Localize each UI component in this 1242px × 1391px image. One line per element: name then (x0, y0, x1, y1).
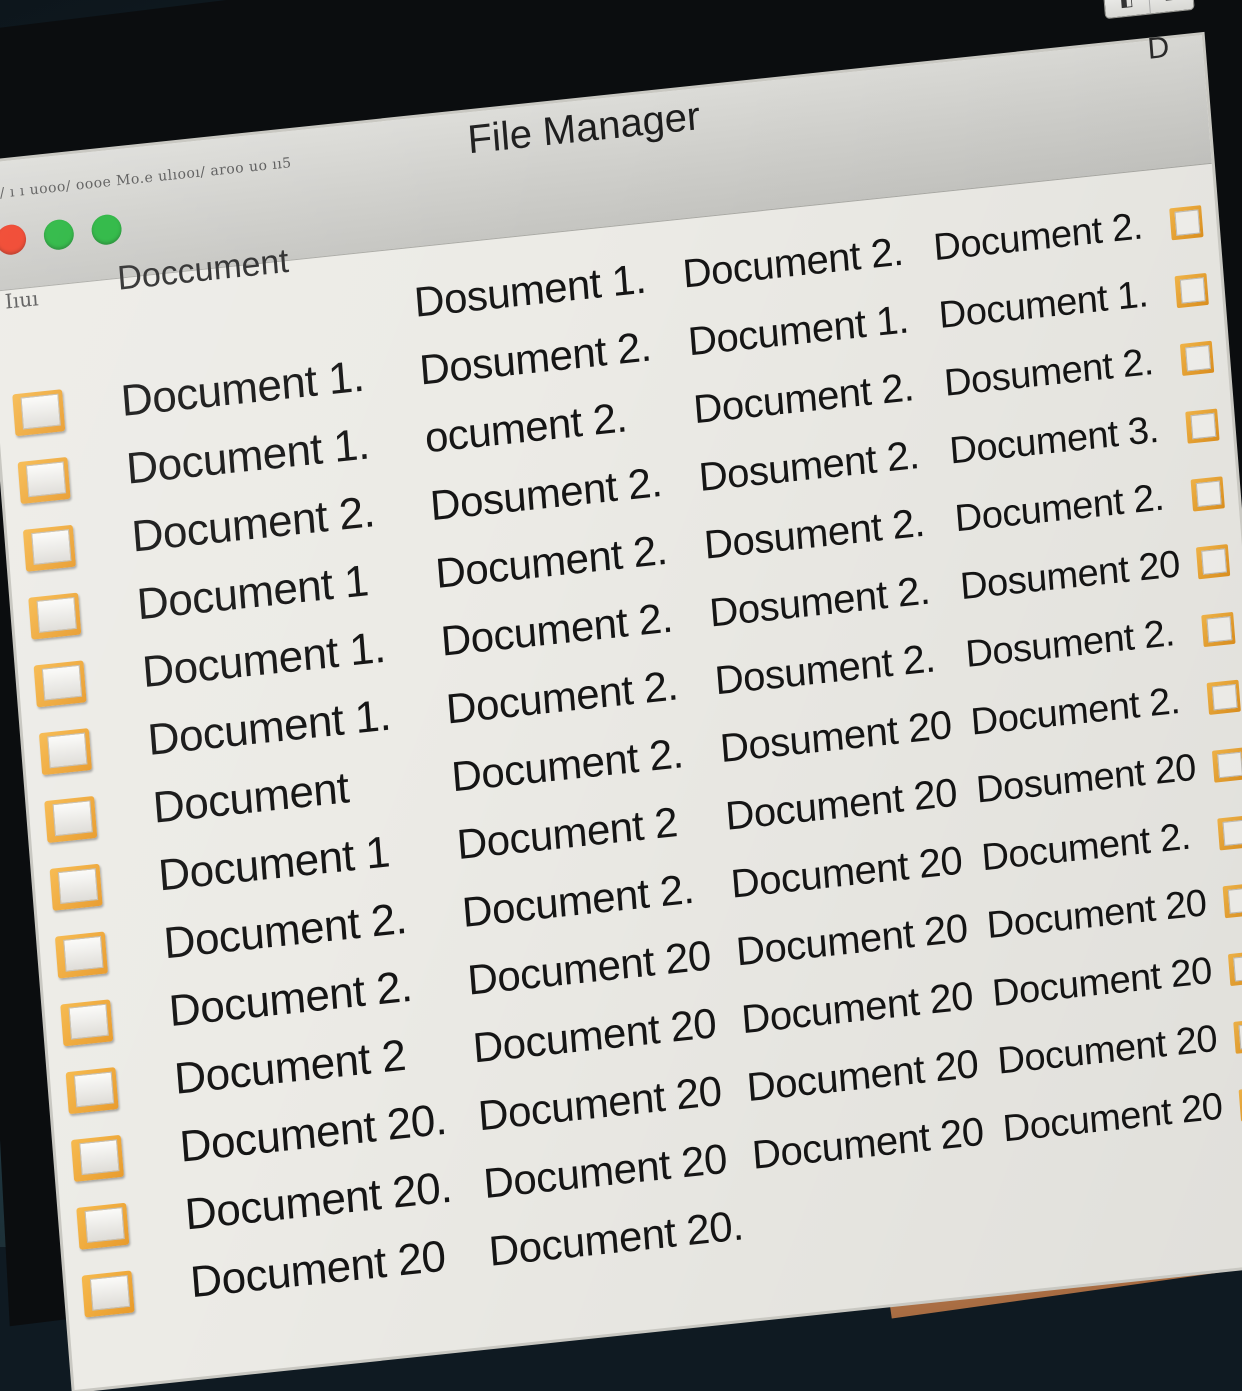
file-name[interactable]: Document 2. (932, 204, 1154, 270)
folder-icon[interactable] (1190, 474, 1226, 512)
folder-icon[interactable] (70, 1130, 128, 1182)
folder-icon[interactable] (1169, 203, 1205, 241)
folder-icon[interactable] (65, 1063, 122, 1115)
zoom-button[interactable] (90, 213, 123, 247)
folder-icon[interactable] (1174, 271, 1210, 309)
folder-icon[interactable] (12, 385, 69, 437)
file-name[interactable]: Document 20 (1001, 1085, 1224, 1151)
file-name[interactable]: Document 2. (969, 678, 1191, 744)
folder-icon[interactable] (60, 995, 117, 1047)
folder-icon[interactable] (38, 724, 96, 776)
folder-icon[interactable] (81, 1266, 138, 1318)
right-column-label: D (1146, 30, 1171, 66)
file-name[interactable]: Document 20 (991, 950, 1214, 1016)
file-name[interactable] (1008, 1174, 1227, 1197)
file-name[interactable]: Dosument 2. (964, 611, 1186, 677)
minimize-button[interactable] (42, 218, 75, 252)
close-button[interactable] (0, 223, 28, 257)
folder-icon[interactable] (28, 588, 85, 640)
file-name[interactable] (758, 1197, 1009, 1223)
file-name[interactable]: Dosument 2. (943, 339, 1165, 405)
file-manager-window: /​t/ ı ı uooo/ oooe Mo.e ulıooı/ aroo uo… (0, 35, 1242, 1390)
folder-icon[interactable] (44, 792, 101, 844)
file-name[interactable]: Dosument 20 (959, 543, 1182, 609)
folder-icon[interactable] (1179, 338, 1216, 376)
file-name[interactable] (116, 303, 414, 334)
path-bar[interactable]: /​t/ ı ı uooo/ oooe Mo.e ulıooı/ aroo uo… (0, 155, 292, 203)
screen: /​t/ ı ı uooo/ oooe Mo.e ulıooı/ aroo uo… (0, 0, 1242, 1390)
folder-icon[interactable] (1227, 949, 1242, 987)
folder-icon[interactable] (1206, 677, 1242, 715)
window-title: File Manager (465, 94, 702, 163)
file-name[interactable]: Document 20 (996, 1017, 1219, 1083)
file-name[interactable]: Document 2. (953, 475, 1175, 541)
folder-icon[interactable] (49, 859, 106, 911)
folder-icon[interactable] (1211, 745, 1242, 783)
folder-icon[interactable] (1195, 542, 1232, 580)
folder-icon[interactable] (1185, 406, 1221, 444)
window-controls: ◧ ▭ (1102, 0, 1195, 20)
file-name[interactable]: Document 20 (985, 882, 1208, 948)
file-name[interactable]: Document 2. (980, 814, 1202, 880)
window-buttons (0, 213, 123, 257)
folder-icon[interactable] (1201, 610, 1237, 648)
folder-icon[interactable] (17, 453, 74, 505)
folder-icon[interactable] (54, 927, 112, 979)
folder-icon[interactable] (1222, 881, 1242, 919)
folder-icon[interactable] (76, 1198, 133, 1250)
folder-icon[interactable] (1217, 813, 1242, 851)
folder-icon[interactable] (22, 520, 80, 572)
file-name[interactable]: Dosument 20 (975, 746, 1198, 812)
folder-icon[interactable] (1233, 1016, 1242, 1054)
restore-icon[interactable]: ◧ (1103, 0, 1151, 19)
file-name[interactable]: Document 1. (937, 272, 1159, 338)
folder-icon[interactable] (1238, 1084, 1242, 1122)
folder-icon[interactable] (33, 656, 90, 708)
file-name[interactable]: Document 3. (948, 407, 1170, 473)
file-grid: Dosument 1. Document 2. Document 2. Documen… (6, 186, 1242, 1328)
